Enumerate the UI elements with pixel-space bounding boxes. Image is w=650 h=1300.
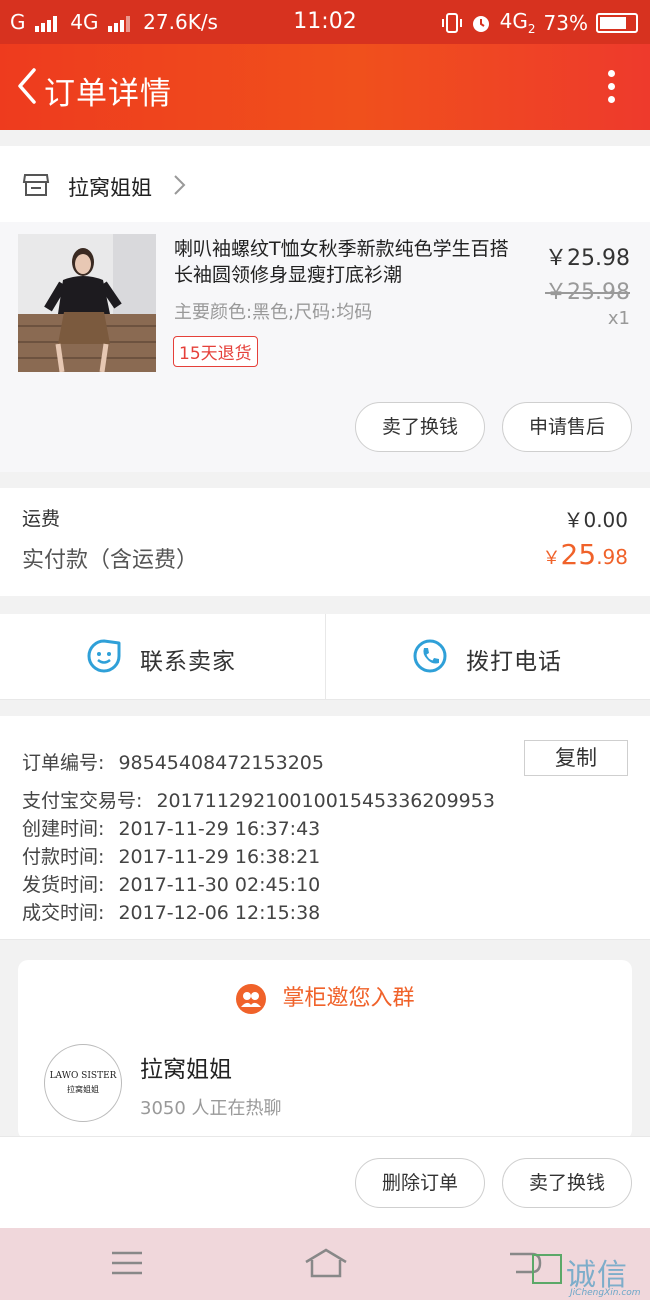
menu-icon[interactable] bbox=[110, 1248, 144, 1278]
shipping-label: 运费 bbox=[22, 508, 61, 530]
battery-icon bbox=[596, 12, 638, 33]
product-thumbnail[interactable] bbox=[18, 234, 156, 372]
shipped-time-label: 发货时间: bbox=[22, 874, 105, 896]
paid-time-row: 付款时间: 2017-11-29 16:38:21 bbox=[22, 842, 320, 869]
product-price: ￥25.98 bbox=[545, 246, 630, 271]
paid-amount: ￥25.98 bbox=[543, 538, 628, 571]
page-title: 订单详情 bbox=[44, 76, 172, 112]
fee-summary: 运费 ￥0.00 实付款（含运费） ￥25.98 bbox=[0, 488, 650, 596]
watermark-icon bbox=[532, 1254, 562, 1284]
order-number-row: 订单编号: 98545408472153205 bbox=[22, 748, 324, 775]
after-sale-button[interactable]: 申请售后 bbox=[502, 402, 632, 452]
completed-time-row: 成交时间: 2017-12-06 12:15:38 bbox=[22, 898, 320, 925]
delete-order-button[interactable]: 删除订单 bbox=[355, 1158, 485, 1208]
order-number-label: 订单编号: bbox=[22, 752, 105, 774]
return-policy-badge: 15天退货 bbox=[173, 336, 258, 367]
product-spec: 主要颜色:黑色;尺码:均码 bbox=[174, 302, 373, 323]
order-number-value: 98545408472153205 bbox=[118, 752, 324, 774]
created-time-value: 2017-11-29 16:37:43 bbox=[118, 818, 321, 840]
alarm-icon bbox=[472, 15, 489, 32]
resell-button[interactable]: 卖了换钱 bbox=[355, 402, 485, 452]
paid-integer: 25 bbox=[560, 538, 597, 571]
group-invite-card[interactable]: 掌柜邀您入群 LAWO SISTER 拉窝姐姐 拉窝姐姐 3050 人正在热聊 bbox=[18, 960, 632, 1140]
alipay-row: 支付宝交易号: 2017112921001001545336209953 bbox=[22, 786, 495, 813]
more-vertical-icon[interactable] bbox=[606, 70, 616, 110]
product-title[interactable]: 喇叭袖螺纹T恤女秋季新款纯色学生百搭长袖圆领修身显瘦打底衫潮 bbox=[174, 236, 519, 288]
shipped-time-row: 发货时间: 2017-11-30 02:45:10 bbox=[22, 870, 320, 897]
watermark-logo: 诚信 JiChengXin.com bbox=[532, 1250, 644, 1300]
paid-time-value: 2017-11-29 16:38:21 bbox=[118, 846, 321, 868]
status-right: 4G2 73% bbox=[441, 9, 638, 36]
call-button[interactable]: 拨打电话 bbox=[325, 614, 650, 700]
status-bar: G 4G 27.6K/s 11:02 4G2 73% bbox=[0, 0, 650, 44]
group-invite-title: 掌柜邀您入群 bbox=[282, 986, 415, 1011]
nav-bar: 订单详情 bbox=[0, 44, 650, 130]
group-chat-icon bbox=[236, 984, 267, 1014]
created-time-row: 创建时间: 2017-11-29 16:37:43 bbox=[22, 814, 320, 841]
contact-bar: 联系卖家 拨打电话 bbox=[0, 614, 650, 700]
group-logo-en: LAWO SISTER bbox=[49, 1071, 117, 1081]
call-label[interactable]: 拨打电话 bbox=[466, 642, 562, 676]
group-logo-cn: 拉窝姐姐 bbox=[67, 1085, 99, 1094]
group-member-count: 3050 人正在热聊 bbox=[140, 1098, 282, 1119]
product-item[interactable]: 喇叭袖螺纹T恤女秋季新款纯色学生百搭长袖圆领修身显瘦打底衫潮 主要颜色:黑色;尺… bbox=[0, 222, 650, 472]
watermark-url: JiChengXin.com bbox=[570, 1288, 641, 1298]
created-time-label: 创建时间: bbox=[22, 818, 105, 840]
shop-row[interactable]: 拉窝姐姐 bbox=[0, 146, 650, 222]
chevron-left-icon[interactable] bbox=[12, 66, 42, 106]
product-quantity: x1 bbox=[607, 308, 630, 329]
network-right-label: 4G2 bbox=[499, 9, 536, 36]
alipay-label: 支付宝交易号: bbox=[22, 790, 143, 812]
contact-seller-button[interactable]: 联系卖家 bbox=[0, 614, 325, 700]
group-name: 拉窝姐姐 bbox=[140, 1057, 232, 1083]
home-icon[interactable] bbox=[304, 1248, 348, 1278]
chat-face-icon bbox=[87, 639, 121, 673]
chevron-right-icon bbox=[174, 175, 186, 195]
shop-name[interactable]: 拉窝姐姐 bbox=[68, 172, 152, 202]
copy-button[interactable]: 复制 bbox=[524, 740, 628, 776]
paid-label: 实付款（含运费） bbox=[22, 548, 199, 573]
product-original-price: ￥25.98 bbox=[545, 280, 630, 305]
store-icon bbox=[22, 174, 50, 196]
contact-seller-label[interactable]: 联系卖家 bbox=[140, 642, 236, 676]
completed-time-value: 2017-12-06 12:15:38 bbox=[118, 902, 321, 924]
phone-icon bbox=[413, 639, 447, 673]
completed-time-label: 成交时间: bbox=[22, 902, 105, 924]
order-info: 订单编号: 98545408472153205 复制 支付宝交易号: 20171… bbox=[0, 716, 650, 940]
battery-percent: 73% bbox=[543, 10, 588, 35]
group-invite-header: 掌柜邀您入群 bbox=[18, 980, 632, 1015]
resell-bottom-button[interactable]: 卖了换钱 bbox=[502, 1158, 632, 1208]
bottom-action-bar: 删除订单 卖了换钱 bbox=[0, 1136, 650, 1228]
alipay-value: 2017112921001001545336209953 bbox=[156, 790, 495, 812]
paid-time-label: 付款时间: bbox=[22, 846, 105, 868]
group-card-area: 掌柜邀您入群 LAWO SISTER 拉窝姐姐 拉窝姐姐 3050 人正在热聊 bbox=[0, 942, 650, 1140]
paid-currency: ￥ bbox=[542, 548, 561, 569]
shipped-time-value: 2017-11-30 02:45:10 bbox=[118, 874, 321, 896]
group-avatar: LAWO SISTER 拉窝姐姐 bbox=[44, 1044, 122, 1122]
shipping-value: ￥0.00 bbox=[563, 508, 628, 532]
paid-decimal: .98 bbox=[596, 545, 628, 569]
vibrate-icon bbox=[441, 12, 462, 33]
